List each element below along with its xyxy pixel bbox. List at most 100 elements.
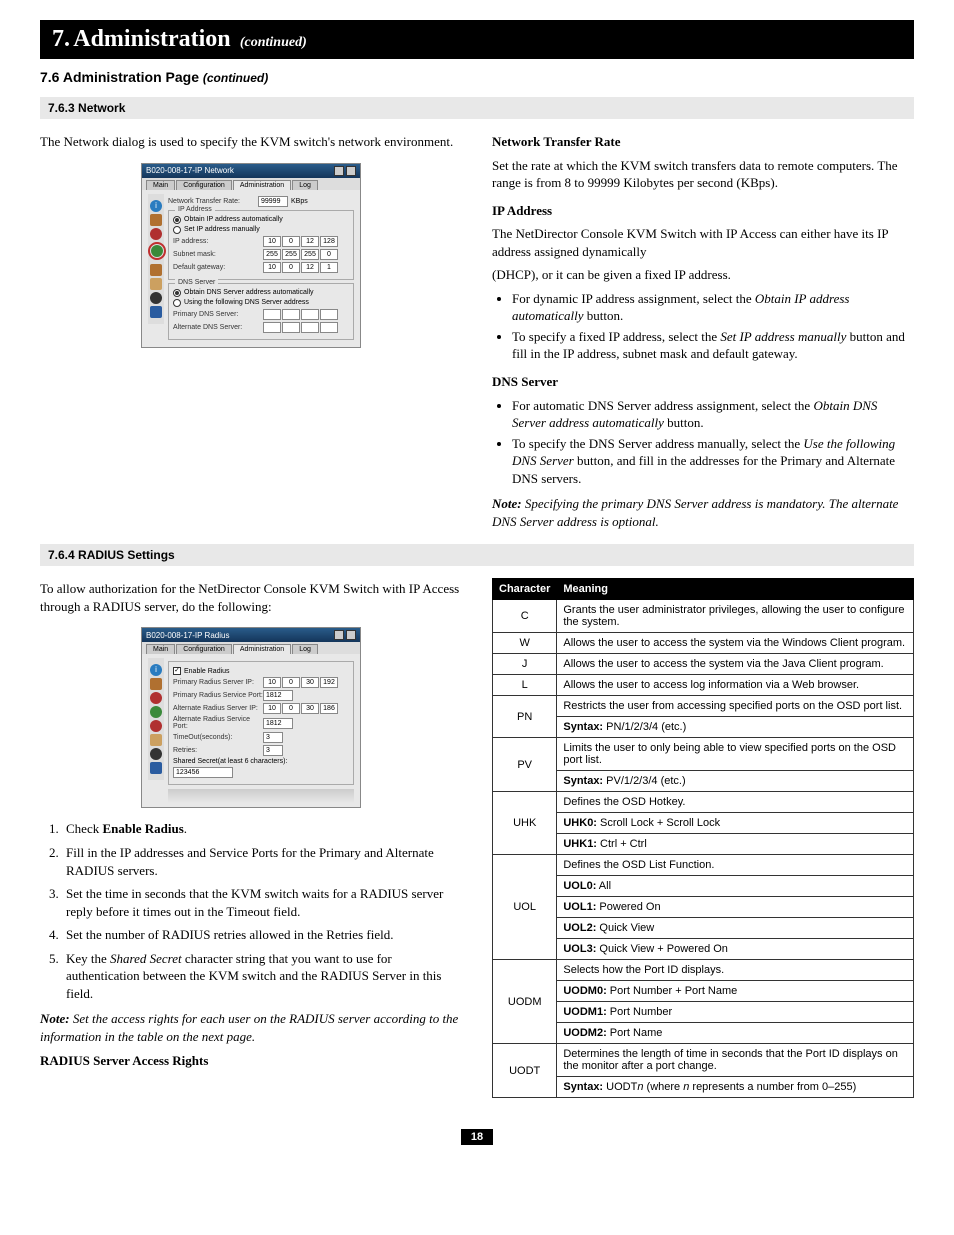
col-character: Character — [493, 579, 557, 600]
date-icon[interactable] — [150, 762, 162, 774]
info-icon[interactable]: i — [150, 200, 162, 212]
table-meaning: Selects how the Port ID displays. — [557, 960, 914, 981]
table-char: UODT — [493, 1044, 557, 1098]
radio-set-dns[interactable] — [173, 299, 181, 307]
table-meaning: Grants the user administrator privileges… — [557, 600, 914, 633]
ip-lead2: (DHCP), or it can be given a fixed IP ad… — [492, 266, 914, 284]
section-title: Administration Page — [63, 69, 199, 85]
table-meaning: Determines the length of time in seconds… — [557, 1044, 914, 1077]
help-icon[interactable] — [334, 630, 344, 640]
chapter-title: Administration — [73, 26, 230, 52]
ntr-heading: Network Transfer Rate — [492, 134, 621, 149]
table-meaning: UODM2: Port Name — [557, 1023, 914, 1044]
network-dialog-screenshot: B020-008-17-IP Network Main Configuratio… — [141, 163, 361, 348]
step-3: Set the time in seconds that the KVM swi… — [62, 885, 462, 920]
table-char: W — [493, 633, 557, 654]
dns-heading: DNS Server — [492, 374, 558, 389]
network-icon[interactable] — [151, 245, 163, 257]
security-icon[interactable] — [150, 264, 162, 276]
shared-secret-input[interactable] — [173, 767, 233, 778]
lock-icon[interactable] — [150, 278, 162, 290]
table-char: PV — [493, 738, 557, 792]
table-char: UHK — [493, 792, 557, 855]
ip-address-input[interactable] — [263, 236, 338, 247]
step-5: Key the Shared Secret character string t… — [62, 950, 462, 1003]
selected-highlight — [148, 242, 166, 260]
primary-radius-port-input[interactable] — [263, 690, 293, 701]
dns-note: Note: Specifying the primary DNS Server … — [492, 495, 914, 530]
help-icon[interactable] — [334, 166, 344, 176]
tab-main[interactable]: Main — [146, 644, 175, 654]
alternate-radius-port-input[interactable] — [263, 718, 293, 729]
ip-bullet-2: To specify a fixed IP address, select th… — [512, 328, 914, 363]
tab-configuration[interactable]: Configuration — [176, 644, 232, 654]
table-char: UODM — [493, 960, 557, 1044]
chapter-header: 7. Administration (continued) — [40, 20, 914, 59]
network-intro: The Network dialog is used to specify th… — [40, 133, 462, 151]
table-meaning: Syntax: PV/1/2/3/4 (etc.) — [557, 771, 914, 792]
radius-icon[interactable] — [150, 720, 162, 732]
lock-icon[interactable] — [150, 734, 162, 746]
page-number: 18 — [461, 1129, 493, 1145]
chapter-continued: (continued) — [240, 35, 307, 50]
enable-radius-checkbox[interactable]: ✓ — [173, 667, 181, 675]
subsection-763: 7.6.3 Network — [40, 97, 914, 119]
radius-intro: To allow authorization for the NetDirect… — [40, 580, 462, 615]
settings-icon[interactable] — [150, 292, 162, 304]
dns-group-title: DNS Server — [175, 279, 218, 286]
radius-note: Note: Set the access rights for each use… — [40, 1010, 462, 1045]
tab-log[interactable]: Log — [292, 644, 318, 654]
gateway-input[interactable] — [263, 262, 338, 273]
table-char: L — [493, 675, 557, 696]
close-icon[interactable] — [346, 166, 356, 176]
table-meaning: UOL1: Powered On — [557, 897, 914, 918]
user-icon[interactable] — [150, 678, 162, 690]
table-meaning: UHK1: Ctrl + Ctrl — [557, 834, 914, 855]
primary-dns-input[interactable] — [263, 309, 338, 320]
tab-administration[interactable]: Administration — [233, 180, 291, 190]
primary-radius-ip-input[interactable] — [263, 677, 338, 688]
access-rights-table: Character Meaning CGrants the user admin… — [492, 578, 914, 1098]
tab-log[interactable]: Log — [292, 180, 318, 190]
tab-configuration[interactable]: Configuration — [176, 180, 232, 190]
tab-administration[interactable]: Administration — [233, 644, 291, 654]
chapter-number: 7. — [52, 26, 70, 52]
table-meaning: Defines the OSD Hotkey. — [557, 792, 914, 813]
radio-obtain-ip[interactable] — [173, 216, 181, 224]
network-icon[interactable] — [150, 706, 162, 718]
table-char: PN — [493, 696, 557, 738]
dialog-title: B020-008-17-IP Network — [146, 166, 234, 175]
tab-main[interactable]: Main — [146, 180, 175, 190]
ip-heading: IP Address — [492, 203, 552, 218]
user-icon[interactable] — [150, 214, 162, 226]
col-meaning: Meaning — [557, 579, 914, 600]
step-4: Set the number of RADIUS retries allowed… — [62, 926, 462, 944]
ip-lead: The NetDirector Console KVM Switch with … — [492, 225, 914, 260]
retries-input[interactable] — [263, 745, 283, 756]
info-icon[interactable]: i — [150, 664, 162, 676]
table-meaning: Restricts the user from accessing specif… — [557, 696, 914, 717]
radio-obtain-dns[interactable] — [173, 289, 181, 297]
settings-icon[interactable] — [150, 748, 162, 760]
table-char: J — [493, 654, 557, 675]
table-meaning: Allows the user to access the system via… — [557, 633, 914, 654]
ntr-input[interactable] — [258, 196, 288, 207]
radio-set-ip[interactable] — [173, 226, 181, 234]
close-icon[interactable] — [346, 630, 356, 640]
table-meaning: UOL2: Quick View — [557, 918, 914, 939]
tools-icon[interactable] — [150, 228, 162, 240]
subnet-mask-input[interactable] — [263, 249, 338, 260]
ntr-body: Set the rate at which the KVM switch tra… — [492, 157, 914, 192]
alternate-dns-input[interactable] — [263, 322, 338, 333]
table-meaning: Allows the user to access log informatio… — [557, 675, 914, 696]
date-icon[interactable] — [150, 306, 162, 318]
table-meaning: Syntax: UODTn (where n represents a numb… — [557, 1077, 914, 1098]
timeout-input[interactable] — [263, 732, 283, 743]
ntr-unit: KBps — [291, 198, 308, 205]
tools-icon[interactable] — [150, 692, 162, 704]
table-char: UOL — [493, 855, 557, 960]
alternate-radius-ip-input[interactable] — [263, 703, 338, 714]
table-meaning: Defines the OSD List Function. — [557, 855, 914, 876]
table-meaning: UODM0: Port Number + Port Name — [557, 981, 914, 1002]
radius-dialog-screenshot: B020-008-17-IP Radius Main Configuration… — [141, 627, 361, 808]
